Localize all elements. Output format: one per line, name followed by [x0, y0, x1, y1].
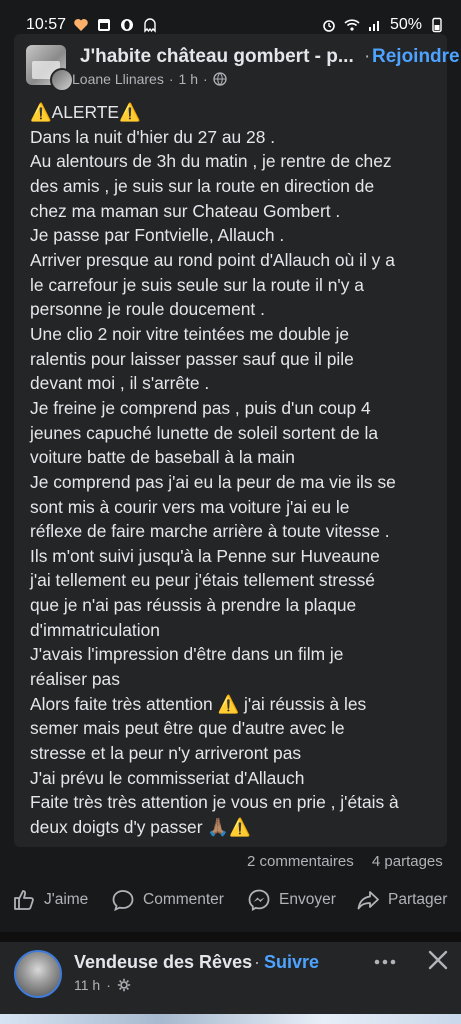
heart-app-icon: [73, 17, 89, 33]
post-line: des amis , je suis sur la route en direc…: [30, 175, 375, 196]
post-line: stresse et la peur n'y arriveront pas: [30, 743, 302, 764]
status-left: 10:57: [26, 16, 158, 34]
post-line: sont mis à courir vers ma voiture j'ai e…: [30, 496, 350, 517]
post-time[interactable]: 1 h: [179, 71, 198, 87]
post-line: Je passe par Fontvielle, Allauch .: [30, 225, 285, 246]
post-line: j'ai tellement eu peur j'étais tellement…: [30, 570, 375, 591]
post-line: jeunes capuché lunette de soleil sortent…: [30, 422, 379, 443]
post-line: ⚠️ALERTE⚠️: [30, 102, 141, 122]
globe-icon: [213, 72, 227, 86]
next-post-header: Vendeuse des Rêves · Suivre 11 h ·: [0, 942, 461, 1024]
follow-button[interactable]: Suivre: [264, 952, 319, 973]
page-name[interactable]: Vendeuse des Rêves: [74, 952, 252, 973]
ghost-app-icon: [142, 17, 158, 33]
post-header: J'habite château gombert - p... · Rejoin…: [26, 40, 460, 92]
post-line: devant moi , il s'arrête .: [30, 373, 210, 394]
post-line: Une clio 2 noir vitre teintées me double…: [30, 323, 350, 344]
alarm-icon: [321, 17, 337, 33]
post-line: ralentis pour laisser passer sauf que il…: [30, 348, 354, 369]
header-separator: ·: [364, 46, 371, 67]
join-button[interactable]: Rejoindre: [372, 46, 460, 68]
post-line: Faite très très attention je vous en pri…: [30, 792, 399, 813]
battery-icon: [429, 17, 445, 33]
feed-separator: [0, 932, 461, 942]
battery-percent: 50%: [389, 16, 422, 33]
post-line: Ils m'ont suivi jusqu'à la Penne sur Huv…: [30, 545, 380, 566]
comment-icon: [112, 890, 134, 912]
comment-button[interactable]: Commenter: [111, 888, 224, 912]
post-body: ⚠️ALERTE⚠️ Dans la nuit d'hier du 27 au …: [30, 100, 434, 840]
post-line: que je n'ai pas réussis à prendre la pla…: [30, 595, 357, 616]
messenger-icon: [248, 889, 270, 912]
post-line: Dans la nuit d'hier du 27 au 28 .: [30, 126, 276, 147]
post-line: le carrefour je suis seule sur la route …: [30, 274, 364, 295]
next-post-image-preview[interactable]: [0, 1014, 461, 1024]
post-line: semer mais peut être que d'autre avec le: [30, 718, 345, 739]
post-line: d'immatriculation: [30, 619, 160, 640]
next-separator: ·: [254, 952, 260, 972]
meta-separator: ·: [168, 71, 174, 87]
wifi-icon: [344, 17, 360, 33]
post-line: chez ma maman sur Chateau Gombert .: [30, 200, 341, 221]
post-line: Au alentours de 3h du matin , je rentre …: [30, 151, 392, 172]
more-icon[interactable]: [373, 952, 397, 972]
calendar-app-icon: [96, 17, 112, 33]
signal-icon: [367, 17, 383, 33]
post-meta: Loane Llinares · 1 h ·: [72, 71, 227, 87]
like-button[interactable]: J'aime: [12, 888, 88, 912]
share-button[interactable]: Partager: [356, 888, 447, 912]
send-label: Envoyer: [279, 891, 336, 908]
opera-app-icon: [119, 17, 135, 33]
share-label: Partager: [388, 891, 448, 908]
post-line: Je comprend pas j'ai eu la peur de ma vi…: [30, 471, 396, 492]
thumbs-up-icon: [14, 890, 34, 910]
engagement-counts: 2 commentaires 4 partages: [247, 853, 447, 871]
next-post-meta: 11 h ·: [74, 977, 131, 993]
post-line: réaliser pas: [30, 669, 120, 690]
next-post-time[interactable]: 11 h: [74, 977, 100, 993]
status-time: 10:57: [26, 16, 67, 33]
send-button[interactable]: Envoyer: [247, 888, 336, 912]
post-line: personne je roule doucement .: [30, 299, 265, 320]
shares-count[interactable]: 4 partages: [372, 853, 443, 870]
meta-separator-2: ·: [203, 71, 208, 87]
author-name[interactable]: Loane Llinares: [72, 71, 164, 87]
close-icon[interactable]: [427, 949, 449, 971]
comment-label: Commenter: [143, 891, 224, 908]
like-label: J'aime: [44, 891, 89, 908]
post-line: voiture batte de baseball à la main: [30, 447, 295, 468]
post-line: J'ai prévu le commisseriat d'Allauch: [30, 767, 305, 788]
comments-count[interactable]: 2 commentaires: [247, 853, 354, 870]
next-meta-separator: ·: [106, 977, 111, 993]
post-line: réflexe de faire marche arrière à toute …: [30, 521, 390, 542]
post-line: deux doigts d'y passer 🙏🏽⚠️: [30, 817, 251, 838]
group-name[interactable]: J'habite château gombert - p...: [80, 46, 354, 68]
page-avatar[interactable]: [14, 950, 62, 998]
post-line: Alors faite très attention ⚠️ j'ai réuss…: [30, 693, 367, 714]
post-line: J'avais l'impression d'être dans un film…: [30, 644, 344, 665]
settings-icon: [117, 978, 131, 992]
action-bar: J'aime Commenter Envoyer Partager: [0, 888, 461, 920]
post-line: Arriver presque au rond point d'Allauch …: [30, 249, 395, 270]
status-right: 50%: [321, 16, 445, 34]
share-icon: [357, 891, 379, 910]
post-line: Je freine je comprend pas , puis d'un co…: [30, 397, 371, 418]
author-avatar[interactable]: [50, 68, 74, 92]
